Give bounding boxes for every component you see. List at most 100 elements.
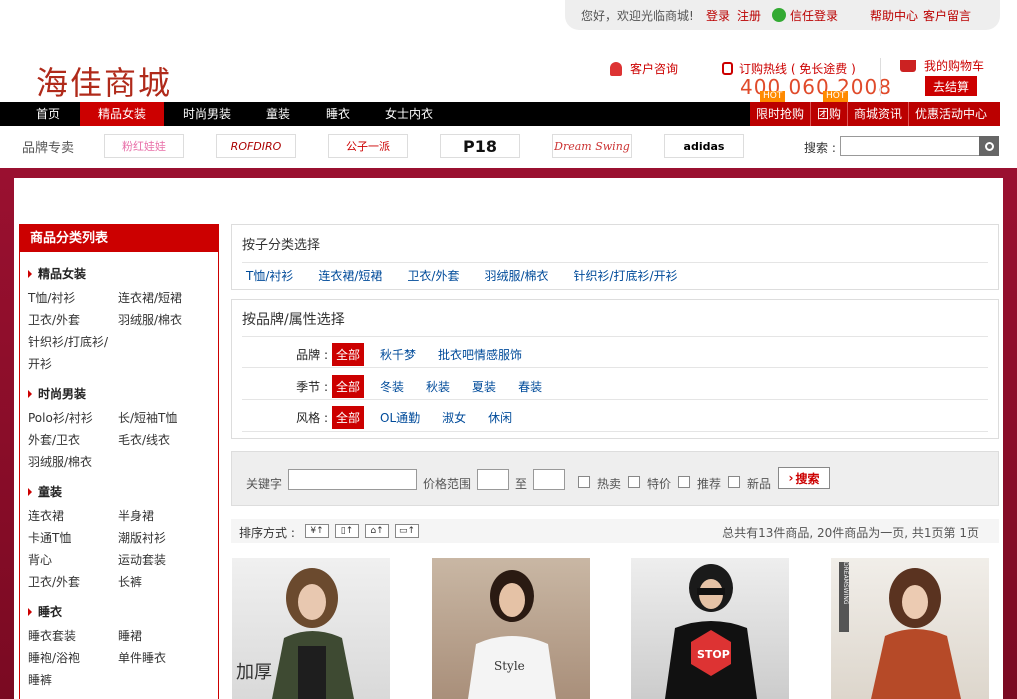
category-link[interactable]: 开衫 bbox=[28, 353, 118, 375]
nav-home[interactable]: 首页 bbox=[24, 102, 72, 126]
nav-news[interactable]: 商城资讯 bbox=[847, 102, 908, 126]
my-cart-link[interactable]: 我的购物车 bbox=[900, 57, 984, 74]
nav-men[interactable]: 时尚男装 bbox=[172, 102, 242, 126]
attr-option[interactable]: 秋千梦 bbox=[380, 346, 416, 363]
keyword-input[interactable] bbox=[288, 469, 417, 490]
subcategory-link[interactable]: 连衣裙/短裙 bbox=[318, 267, 382, 284]
category-link[interactable]: Polo衫/衬衫 bbox=[28, 407, 118, 429]
attr-option[interactable]: 夏装 bbox=[472, 378, 496, 395]
nav-group-buy[interactable]: 团购 bbox=[810, 102, 847, 126]
category-heading[interactable]: 时尚男装 bbox=[28, 385, 208, 402]
brand-logo[interactable]: P18 bbox=[440, 134, 520, 158]
category-link[interactable]: T恤/衬衫 bbox=[28, 287, 118, 309]
category-link[interactable]: 运动套装 bbox=[118, 549, 208, 571]
brand-logo[interactable]: 公子一派 bbox=[328, 134, 408, 158]
category-link[interactable]: 外套/卫衣 bbox=[28, 429, 118, 451]
all-option[interactable]: 全部 bbox=[332, 406, 365, 429]
category-link[interactable]: 长裤 bbox=[118, 571, 208, 593]
category-link[interactable]: 连衣裙/短裙 bbox=[118, 287, 208, 309]
price-min-input[interactable] bbox=[477, 469, 509, 490]
hot-checkbox[interactable] bbox=[578, 476, 590, 488]
subcategory-panel: 按子分类选择 T恤/衬衫 连衣裙/短裙 卫衣/外套 羽绒服/棉衣 针织衫/打底衫… bbox=[231, 224, 999, 290]
help-center-link[interactable]: 帮助中心 bbox=[870, 7, 918, 24]
category-link[interactable]: 背心 bbox=[28, 549, 118, 571]
sort-label: 排序方式 : bbox=[239, 526, 295, 540]
category-link[interactable]: 睡裙 bbox=[118, 625, 208, 647]
sort-shipping-button[interactable]: ▭↑ bbox=[395, 524, 419, 538]
category-link[interactable]: 单件睡衣 bbox=[118, 647, 208, 669]
sort-date-button[interactable]: ▯↑ bbox=[335, 524, 359, 538]
new-checkbox[interactable] bbox=[728, 476, 740, 488]
category-link[interactable]: 针织衫/打底衫/ bbox=[28, 331, 118, 353]
product-thumbnail[interactable]: 加厚 bbox=[232, 558, 390, 699]
category-link[interactable]: 长/短袖T恤 bbox=[118, 407, 208, 429]
attr-option[interactable]: 冬装 bbox=[380, 378, 404, 395]
sort-popularity-button[interactable]: ⌂↑ bbox=[365, 524, 389, 538]
category-link[interactable]: 卫衣/外套 bbox=[28, 571, 118, 593]
brand-logo[interactable]: Dream Swing bbox=[552, 134, 632, 158]
attr-option[interactable]: OL通勤 bbox=[380, 409, 420, 426]
all-option[interactable]: 全部 bbox=[332, 343, 365, 366]
arrow-right-icon: › bbox=[788, 471, 794, 485]
site-logo[interactable]: 海佳商城 bbox=[36, 58, 172, 104]
product-thumbnail[interactable]: STOP bbox=[631, 558, 789, 699]
subcategory-link[interactable]: 针织衫/打底衫/开衫 bbox=[574, 267, 678, 284]
register-link[interactable]: 注册 bbox=[737, 7, 761, 24]
hot-label: 热卖 bbox=[597, 477, 622, 491]
search-input[interactable] bbox=[840, 136, 980, 156]
brand-logo[interactable]: adidas bbox=[664, 134, 744, 158]
category-link[interactable]: 羽绒服/棉衣 bbox=[28, 451, 118, 473]
sort-price-button[interactable]: ¥↑ bbox=[305, 524, 329, 538]
attr-option[interactable]: 休闲 bbox=[488, 409, 512, 426]
trust-login-link[interactable]: 信任登录 bbox=[772, 7, 838, 24]
all-option[interactable]: 全部 bbox=[332, 375, 365, 398]
category-link[interactable]: 卫衣/外套 bbox=[28, 309, 118, 331]
attr-option[interactable]: 淑女 bbox=[442, 409, 466, 426]
nav-flash-sale[interactable]: 限时抢购 bbox=[750, 102, 810, 126]
price-max-input[interactable] bbox=[533, 469, 565, 490]
customer-message-link[interactable]: 客户留言 bbox=[923, 7, 971, 24]
search-button[interactable] bbox=[979, 136, 999, 156]
checkout-button[interactable]: 去结算 bbox=[925, 76, 977, 96]
product-thumbnail[interactable]: Style bbox=[432, 558, 590, 699]
category-sidebar: 商品分类列表 精品女装 T恤/衬衫 连衣裙/短裙 卫衣/外套 羽绒服/棉衣 针织… bbox=[19, 224, 219, 699]
product-print: STOP bbox=[697, 648, 730, 661]
special-checkbox[interactable] bbox=[628, 476, 640, 488]
category-link[interactable]: 毛衣/线衣 bbox=[118, 429, 208, 451]
brand-row: 品牌专卖 粉红娃娃 ROFDIRO 公子一派 P18 Dream Swing a… bbox=[0, 126, 1017, 166]
category-link[interactable]: 潮版衬衫 bbox=[118, 527, 208, 549]
product-print: Style bbox=[494, 659, 525, 673]
brand-logo[interactable]: 粉红娃娃 bbox=[104, 134, 184, 158]
brand-logo[interactable]: ROFDIRO bbox=[216, 134, 296, 158]
attr-option[interactable]: 春装 bbox=[518, 378, 542, 395]
subcategory-link[interactable]: 羽绒服/棉衣 bbox=[484, 267, 548, 284]
recommend-checkbox[interactable] bbox=[678, 476, 690, 488]
product-thumbnail[interactable]: DREAMSWING bbox=[831, 558, 989, 699]
arrow-icon bbox=[28, 487, 32, 496]
category-link[interactable]: 半身裙 bbox=[118, 505, 208, 527]
category-link[interactable]: 睡裤 bbox=[28, 669, 118, 691]
subcategory-link[interactable]: 卫衣/外套 bbox=[407, 267, 459, 284]
product-image: Style bbox=[468, 570, 556, 699]
filter-search-button[interactable]: › 搜索 bbox=[778, 467, 830, 489]
customer-consult-link[interactable]: 客户咨询 bbox=[610, 60, 678, 77]
nav-kids[interactable]: 童装 bbox=[254, 102, 302, 126]
category-heading[interactable]: 睡衣 bbox=[28, 603, 208, 620]
category-link[interactable]: 连衣裙 bbox=[28, 505, 118, 527]
category-link[interactable]: 羽绒服/棉衣 bbox=[118, 309, 208, 331]
subcategory-link[interactable]: T恤/衬衫 bbox=[246, 267, 293, 284]
product-image: STOP bbox=[665, 564, 757, 699]
attr-option[interactable]: 批衣吧情感服饰 bbox=[438, 346, 522, 363]
attribute-panel: 按品牌/属性选择 品牌 : 全部 秋千梦 批衣吧情感服饰 季节 : 全部 冬装 … bbox=[231, 299, 999, 439]
nav-lingerie[interactable]: 女士内衣 bbox=[374, 102, 444, 126]
category-link[interactable]: 睡衣套装 bbox=[28, 625, 118, 647]
nav-women[interactable]: 精品女装 bbox=[80, 102, 164, 126]
attr-option[interactable]: 秋装 bbox=[426, 378, 450, 395]
login-link[interactable]: 登录 bbox=[706, 7, 730, 24]
category-link[interactable]: 睡袍/浴袍 bbox=[28, 647, 118, 669]
nav-sleepwear[interactable]: 睡衣 bbox=[314, 102, 362, 126]
category-heading[interactable]: 童装 bbox=[28, 483, 208, 500]
category-link[interactable]: 卡通T恤 bbox=[28, 527, 118, 549]
category-heading[interactable]: 精品女装 bbox=[28, 265, 208, 282]
nav-promotions[interactable]: 优惠活动中心 bbox=[908, 102, 993, 126]
